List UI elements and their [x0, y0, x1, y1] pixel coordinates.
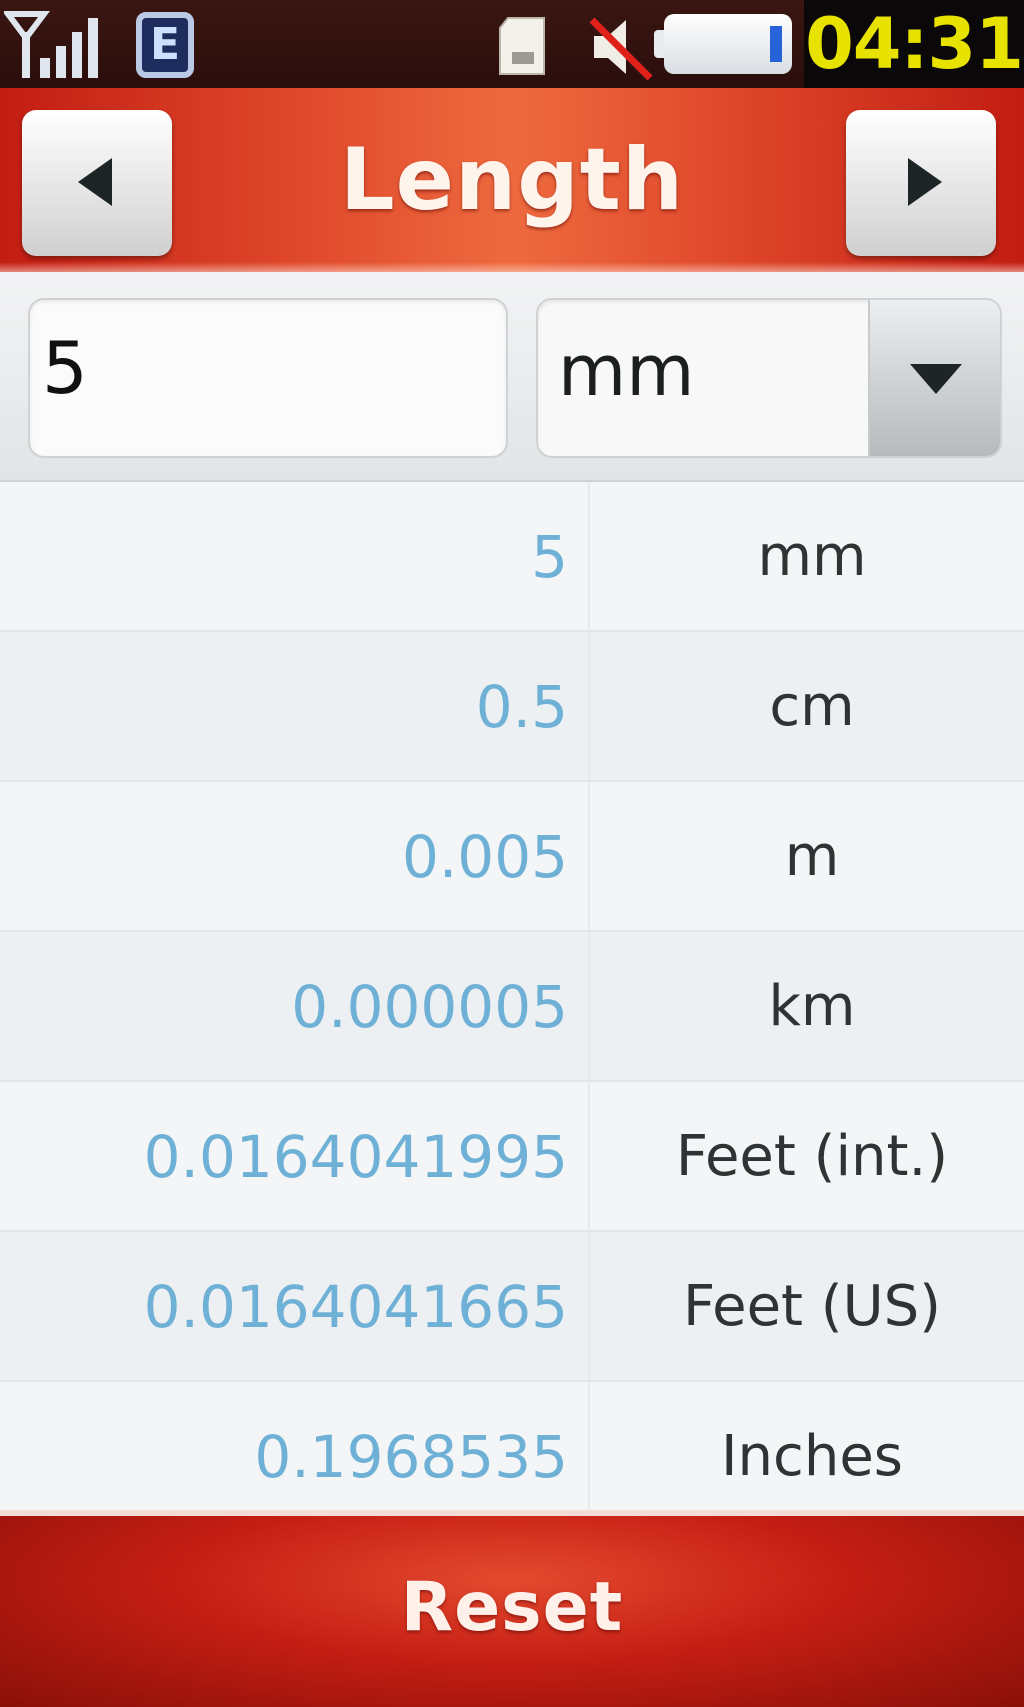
signal-strength-icon: [4, 11, 98, 78]
result-value: 0.0164041995: [143, 1123, 568, 1191]
reset-button[interactable]: Reset: [0, 1510, 1024, 1707]
value-input[interactable]: 5: [28, 298, 508, 458]
divider: [588, 782, 590, 930]
divider: [588, 1232, 590, 1380]
value-input-text: 5: [42, 326, 88, 410]
divider: [588, 482, 590, 630]
result-value: 0.0164041665: [143, 1273, 568, 1341]
divider: [588, 1082, 590, 1230]
left-arrow-icon: [78, 158, 112, 206]
battery-icon: [654, 14, 792, 74]
chevron-down-icon[interactable]: [868, 300, 1000, 456]
result-unit: Feet (int.): [675, 1124, 949, 1189]
result-value: 5: [531, 523, 568, 591]
list-item: 0.000005 km: [0, 932, 1024, 1082]
reset-button-label: Reset: [400, 1568, 624, 1647]
result-unit: mm: [757, 524, 867, 589]
result-value: 0.005: [401, 823, 568, 891]
clock: 04:31: [804, 0, 1024, 88]
status-bar: E 04:31: [0, 0, 1024, 88]
list-item: 0.005 m: [0, 782, 1024, 932]
converter-screen: E 04:31 Length 5 mm 5 mm 0.5 cm 0.005 m …: [0, 0, 1024, 1707]
result-unit: km: [768, 974, 856, 1039]
input-area: 5 mm: [0, 272, 1024, 482]
title-bar: Length: [0, 88, 1024, 272]
sim-card-icon: [499, 17, 545, 75]
divider: [588, 932, 590, 1080]
result-unit: Feet (US): [682, 1274, 942, 1339]
unit-dropdown-value: mm: [558, 330, 695, 412]
list-item: 0.0164041995 Feet (int.): [0, 1082, 1024, 1232]
divider: [588, 632, 590, 780]
list-item: 0.0164041665 Feet (US): [0, 1232, 1024, 1382]
list-item: 5 mm: [0, 482, 1024, 632]
result-unit: m: [784, 824, 840, 889]
page-title: Length: [339, 130, 685, 230]
result-value: 0.000005: [291, 973, 568, 1041]
results-list: 5 mm 0.5 cm 0.005 m 0.000005 km 0.016404…: [0, 482, 1024, 1532]
divider: [588, 1382, 590, 1530]
result-value: 0.5: [475, 673, 568, 741]
mute-icon: [589, 17, 653, 81]
unit-dropdown[interactable]: mm: [536, 298, 1002, 458]
network-edge-icon: E: [136, 12, 194, 78]
list-item: 0.5 cm: [0, 632, 1024, 782]
next-category-button[interactable]: [846, 110, 996, 256]
previous-category-button[interactable]: [22, 110, 172, 256]
result-unit: cm: [769, 674, 855, 739]
right-arrow-icon: [908, 158, 942, 206]
